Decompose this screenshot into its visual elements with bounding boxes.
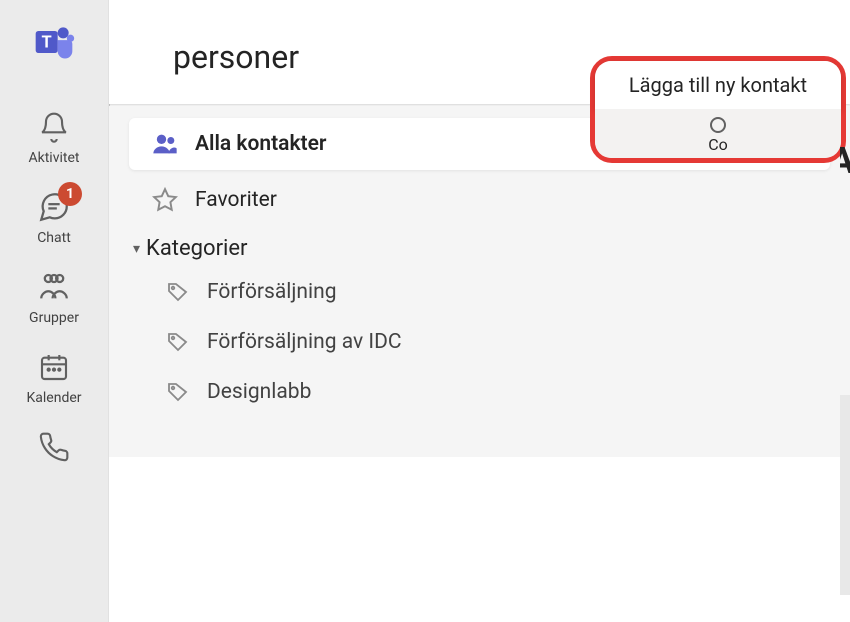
nav-groups[interactable]: Grupper xyxy=(0,256,108,336)
people-icon xyxy=(149,128,181,160)
teams-logo-icon: T xyxy=(30,18,78,66)
tag-icon xyxy=(163,377,193,407)
list-label: Favoriter xyxy=(195,188,277,212)
right-edge-peek: A xyxy=(840,0,850,622)
presence-circle-icon xyxy=(710,117,726,133)
add-contact-button[interactable]: Lägga till ny kontakt xyxy=(595,61,841,109)
category-item[interactable]: Designlabb xyxy=(109,367,850,417)
favorites-item[interactable]: Favoriter xyxy=(109,174,850,226)
category-label: Förförsäljning av IDC xyxy=(207,330,402,354)
category-label: Förförsäljning xyxy=(207,280,337,304)
nav-label: Aktivitet xyxy=(29,150,80,166)
nav-label: Grupper xyxy=(29,310,79,326)
nav-chat[interactable]: 1 Chatt xyxy=(0,176,108,256)
category-item[interactable]: Förförsäljning xyxy=(109,267,850,317)
add-contact-callout: Lägga till ny kontakt Co xyxy=(590,56,846,163)
nav-rail: T Aktivitet 1 xyxy=(0,0,108,622)
right-title-peek: A xyxy=(840,140,850,182)
list-label: Alla kontakter xyxy=(195,132,326,156)
nav-label: Chatt xyxy=(37,230,71,246)
star-icon xyxy=(149,184,181,216)
bell-icon xyxy=(35,108,73,146)
tag-icon xyxy=(163,277,193,307)
nav-calls[interactable] xyxy=(0,416,108,476)
category-label: Designlabb xyxy=(207,380,311,404)
tag-icon xyxy=(163,327,193,357)
nav-label: Kalender xyxy=(26,390,81,406)
category-item[interactable]: Förförsäljning av IDC xyxy=(109,317,850,367)
right-block-peek xyxy=(840,395,850,595)
chevron-down-icon: ▾ xyxy=(133,241,140,257)
calendar-icon xyxy=(35,348,73,386)
callout-title: Lägga till ny kontakt xyxy=(629,73,807,97)
categories-label: Kategorier xyxy=(146,236,247,261)
people-panel: personer Alla kontakter xyxy=(108,0,850,622)
nav-calendar[interactable]: Kalender xyxy=(0,336,108,416)
callout-bottom: Co xyxy=(595,109,841,158)
phone-icon xyxy=(35,428,73,466)
callout-sub: Co xyxy=(708,135,728,154)
chat-badge: 1 xyxy=(58,182,82,206)
nav-activity[interactable]: Aktivitet xyxy=(0,96,108,176)
svg-text:T: T xyxy=(42,34,52,53)
categories-header[interactable]: ▾ Kategorier xyxy=(109,226,850,267)
team-icon xyxy=(35,268,73,306)
